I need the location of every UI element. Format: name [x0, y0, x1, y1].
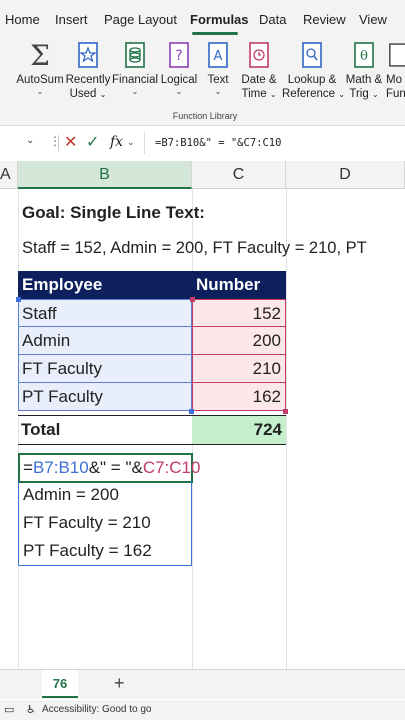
- cell-mode-icon: ▭: [4, 704, 15, 716]
- employee-cell[interactable]: PT Faculty: [18, 383, 192, 411]
- tab-data[interactable]: Data: [259, 12, 286, 27]
- tab-page-layout[interactable]: Page Layout: [104, 12, 177, 27]
- add-sheet-button[interactable]: +: [114, 673, 125, 694]
- ribbon-formulas: Σ AutoSum ⌄ Recently Used ⌄ Financial ⌄ …: [0, 38, 405, 126]
- range-handle[interactable]: [16, 297, 21, 302]
- column-header-d[interactable]: D: [286, 161, 405, 189]
- svg-text:A: A: [214, 49, 223, 64]
- range-handle[interactable]: [190, 297, 195, 302]
- fx-chevron-icon[interactable]: ⌄: [127, 137, 135, 148]
- tab-formulas[interactable]: Formulas: [190, 12, 249, 27]
- number-cell[interactable]: 162: [192, 383, 286, 411]
- column-header-c[interactable]: C: [192, 161, 286, 189]
- more-functions-button[interactable]: Mo Fun: [386, 40, 405, 106]
- tab-view[interactable]: View: [359, 12, 387, 27]
- spill-result-cell[interactable]: FT Faculty = 210: [18, 509, 192, 537]
- name-box[interactable]: [0, 132, 42, 154]
- chevron-down-icon: ⌄: [36, 87, 44, 96]
- clock-book-icon: [246, 40, 272, 70]
- cancel-icon[interactable]: ✕: [64, 132, 77, 152]
- formula-input[interactable]: =B7:B10&" = "&C7:C10: [144, 132, 405, 154]
- name-box-chevron-icon[interactable]: ⌄: [26, 135, 34, 146]
- accessibility-icon[interactable]: ♿: [26, 700, 36, 720]
- status-bar: ▭ ♿ Accessibility: Good to go: [0, 700, 405, 720]
- range-handle[interactable]: [283, 409, 288, 414]
- autosum-button[interactable]: Σ AutoSum ⌄: [14, 38, 66, 106]
- ribbon-tabs: Home Insert Page Layout Formulas Data Re…: [0, 0, 405, 38]
- coins-icon: [122, 40, 148, 70]
- employee-cell[interactable]: Staff: [18, 299, 192, 327]
- tab-review[interactable]: Review: [303, 12, 346, 27]
- svg-text:θ: θ: [360, 49, 368, 64]
- number-cell[interactable]: 210: [192, 355, 286, 383]
- active-edit-cell[interactable]: =B7:B10&" = "&C7:C10: [18, 453, 200, 483]
- spill-result-cell[interactable]: Admin = 200: [18, 481, 192, 509]
- insert-function-icon[interactable]: fx: [110, 134, 123, 150]
- more-options-icon[interactable]: ⋮: [49, 134, 61, 148]
- divider: [58, 135, 59, 151]
- text-book-icon: A: [205, 40, 231, 70]
- lookup-reference-button[interactable]: Lookup & Reference ⌄: [282, 40, 345, 106]
- accessibility-status[interactable]: Accessibility: Good to go: [42, 700, 152, 720]
- theta-book-icon: θ: [351, 40, 377, 70]
- employee-cell[interactable]: FT Faculty: [18, 355, 192, 383]
- formula-bar: ⌄ ⋮ ✕ ✓ fx ⌄ =B7:B10&" = "&C7:C10: [0, 132, 405, 154]
- range-ref-c: C7:C10: [142, 458, 201, 477]
- date-time-button[interactable]: Date & Time ⌄: [237, 40, 281, 106]
- total-label[interactable]: Total: [18, 415, 192, 445]
- sigma-icon: Σ: [30, 38, 50, 72]
- star-book-icon: [75, 40, 101, 70]
- column-header-a[interactable]: A: [0, 161, 18, 189]
- function-library-label: Function Library: [172, 111, 238, 121]
- recently-used-button[interactable]: Recently Used ⌄: [64, 40, 112, 106]
- financial-button[interactable]: Financial ⌄: [112, 40, 158, 106]
- worksheet-grid[interactable]: Goal: Single Line Text: Staff = 152, Adm…: [0, 189, 405, 669]
- header-employee: Employee: [18, 271, 192, 299]
- employee-cell[interactable]: Admin: [18, 327, 192, 355]
- tab-insert[interactable]: Insert: [55, 12, 88, 27]
- number-cell[interactable]: 200: [192, 327, 286, 355]
- magnifier-book-icon: [299, 40, 325, 70]
- sheet-tab-bar: 76 +: [0, 669, 405, 699]
- column-header-b[interactable]: B: [18, 161, 192, 189]
- total-value[interactable]: 724: [192, 415, 286, 445]
- number-cell[interactable]: 152: [192, 299, 286, 327]
- active-tab-indicator: [192, 32, 238, 35]
- more-book-icon: [388, 40, 405, 70]
- text-button[interactable]: A Text ⌄: [200, 40, 236, 106]
- enter-icon[interactable]: ✓: [86, 132, 99, 152]
- question-book-icon: ?: [166, 40, 192, 70]
- header-number: Number: [192, 271, 286, 299]
- single-line-text: Staff = 152, Admin = 200, FT Faculty = 2…: [22, 239, 367, 257]
- range-ref-b: B7:B10: [32, 458, 89, 477]
- goal-heading: Goal: Single Line Text:: [22, 203, 205, 222]
- tab-home[interactable]: Home: [5, 12, 40, 27]
- spill-result-cell[interactable]: PT Faculty = 162: [18, 537, 192, 566]
- range-handle[interactable]: [189, 409, 194, 414]
- logical-button[interactable]: ? Logical ⌄: [158, 40, 200, 106]
- math-trig-button[interactable]: θ Math & Trig ⌄: [342, 40, 386, 106]
- svg-text:?: ?: [175, 48, 182, 64]
- sheet-tab[interactable]: 76: [42, 670, 78, 698]
